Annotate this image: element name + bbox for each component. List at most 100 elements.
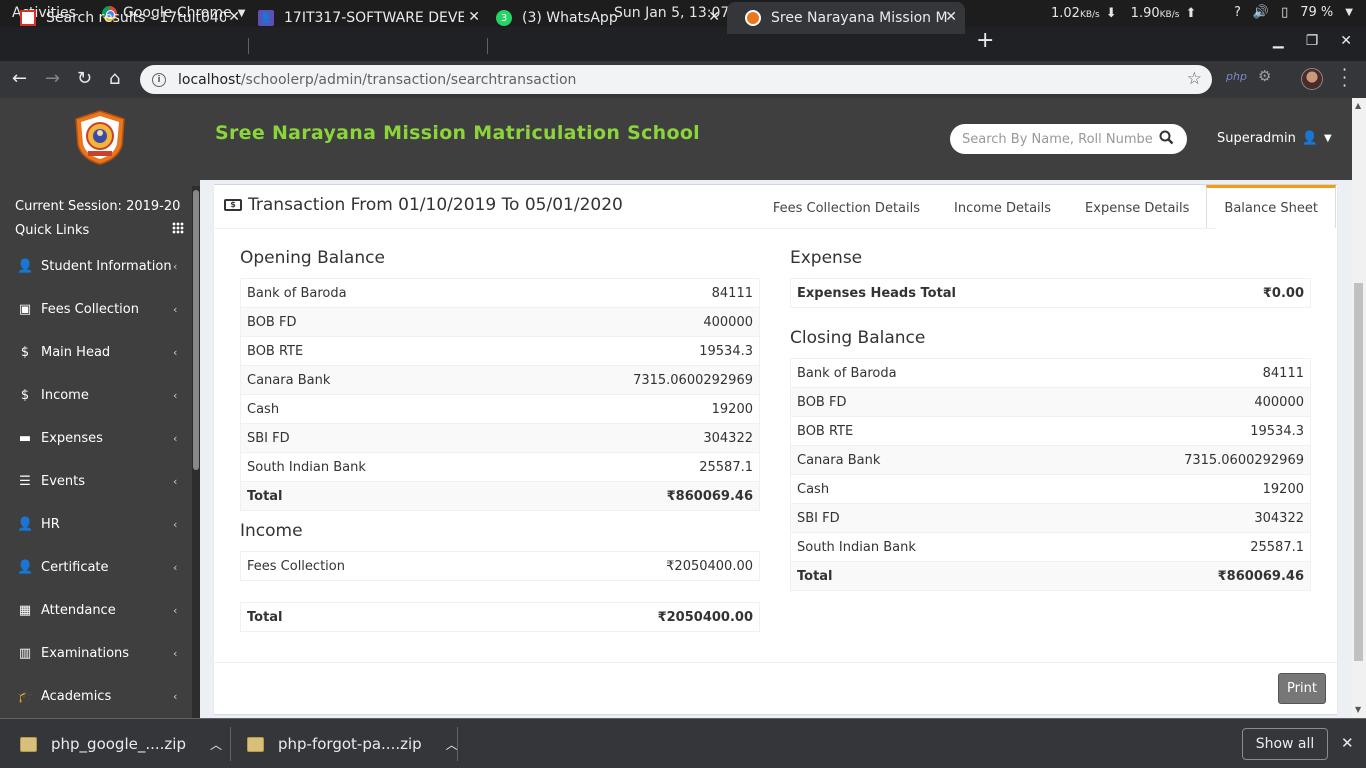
downloads-bar: php_google_....zip ︿ php-forgot-pa....zi… <box>0 718 1366 768</box>
sidebar-scrollbar[interactable] <box>192 186 200 718</box>
scrollbar-thumb[interactable] <box>193 190 199 470</box>
new-tab-button[interactable]: + <box>976 30 994 52</box>
scroll-up-icon[interactable]: ▲ <box>1355 101 1361 110</box>
chevron-left-icon: ‹ <box>173 389 178 402</box>
restore-icon[interactable]: ❐ <box>1306 33 1319 49</box>
tab-expense-details[interactable]: Expense Details <box>1068 185 1206 228</box>
user-menu[interactable]: Superadmin 👤 ▼ <box>1217 131 1332 146</box>
school-logo[interactable] <box>72 109 128 165</box>
total-label: Total <box>790 561 1050 591</box>
caret-down-icon: ▼ <box>1324 133 1332 144</box>
table-row: BOB FD 400000 <box>240 307 760 337</box>
print-button[interactable]: Print <box>1278 673 1326 704</box>
sidebar-item-hr[interactable]: 👤 HR ‹ <box>0 503 192 546</box>
account-amount: 25587.1 <box>1049 532 1311 562</box>
close-icon[interactable]: ✕ <box>708 9 720 25</box>
sidebar-item-label: Attendance <box>41 603 116 618</box>
close-icon[interactable]: ✕ <box>228 9 240 25</box>
table-row: BOB RTE 19534.3 <box>790 416 1311 446</box>
sidebar-item-attendance[interactable]: ▦ Attendance ‹ <box>0 589 192 632</box>
help-icon[interactable]: ? <box>1234 5 1241 20</box>
sidebar-item-fees-collection[interactable]: ▣ Fees Collection ‹ <box>0 288 192 331</box>
account-amount: 400000 <box>498 307 760 337</box>
chevron-left-icon: ‹ <box>173 432 178 445</box>
credit-card-icon: ▬ <box>18 431 32 446</box>
chevron-left-icon: ‹ <box>173 604 178 617</box>
close-icon[interactable]: ✕ <box>945 9 957 25</box>
download-item[interactable]: php_google_....zip ︿ <box>20 719 222 768</box>
address-bar[interactable]: i localhost/schoolerp/admin/transaction/… <box>140 65 1212 94</box>
quick-links[interactable]: Quick Links <box>15 223 89 238</box>
table-row: Canara Bank 7315.0600292969 <box>790 445 1311 475</box>
system-tray[interactable]: ? 🔊 ▯ 79 % ▼ <box>1234 5 1353 20</box>
user-name: Superadmin <box>1217 131 1296 146</box>
divider <box>457 727 458 761</box>
sidebar-item-certificate[interactable]: 👤 Certificate ‹ <box>0 546 192 589</box>
close-icon[interactable]: ✕ <box>1340 33 1352 49</box>
sidebar-item-events[interactable]: ☰ Events ‹ <box>0 460 192 503</box>
school-icon <box>745 10 761 26</box>
download-item[interactable]: php-forgot-pa....zip ︿ <box>247 719 458 768</box>
tab-fees-collection-details[interactable]: Fees Collection Details <box>756 185 937 228</box>
php-extension-icon[interactable]: php <box>1226 70 1247 83</box>
scroll-down-icon[interactable]: ▼ <box>1355 705 1361 714</box>
tab-title: Sree Narayana Mission Ma <box>771 10 947 26</box>
sidebar-item-main-head[interactable]: $ Main Head ‹ <box>0 331 192 374</box>
chevron-left-icon: ‹ <box>173 561 178 574</box>
sidebar-item-income[interactable]: $ Income ‹ <box>0 374 192 417</box>
forward-icon[interactable]: → <box>45 68 60 90</box>
page-scrollbar[interactable]: ▲ ▼ <box>1352 98 1366 718</box>
sidebar-item-expenses[interactable]: ▬ Expenses ‹ <box>0 417 192 460</box>
home-icon[interactable]: ⌂ <box>109 68 120 90</box>
chevron-up-icon[interactable]: ︿ <box>446 736 458 753</box>
tab-separator <box>487 38 488 54</box>
divider <box>214 662 1337 663</box>
browser-tab-gmail[interactable]: Search results - 17tuit040 ✕ <box>2 2 248 34</box>
sidebar-item-examinations[interactable]: ▥ Examinations ‹ <box>0 632 192 675</box>
tab-balance-sheet[interactable]: Balance Sheet <box>1206 185 1336 228</box>
chevron-down-icon[interactable]: ▼ <box>1345 7 1353 18</box>
total-value: ₹860069.46 <box>498 481 760 511</box>
info-icon[interactable]: i <box>152 72 166 87</box>
net-up-unit: KB/s <box>1159 10 1180 20</box>
sidebar-item-academics[interactable]: 🎓 Academics ‹ <box>0 675 192 718</box>
account-name: South Indian Bank <box>240 452 499 482</box>
table-row: Total ₹860069.46 <box>240 481 760 511</box>
show-all-button[interactable]: Show all <box>1242 728 1328 760</box>
box-title: $ Transaction From 01/10/2019 To 05/01/2… <box>224 195 623 215</box>
student-search[interactable] <box>950 124 1187 154</box>
account-amount: 7315.0600292969 <box>498 365 760 395</box>
closing-balance-title: Closing Balance <box>790 328 926 348</box>
browser-tab-whatsapp[interactable]: 3 (3) WhatsApp ✕ <box>478 2 728 34</box>
minimize-icon[interactable]: ▁ <box>1273 33 1284 49</box>
search-input[interactable] <box>962 131 1152 147</box>
browser-tab-school[interactable]: Sree Narayana Mission Ma ✕ <box>727 2 965 34</box>
search-icon[interactable] <box>1159 130 1174 145</box>
tab-income-details[interactable]: Income Details <box>937 185 1068 228</box>
divider <box>214 228 1217 229</box>
table-row: Canara Bank 7315.0600292969 <box>240 365 760 395</box>
browser-menu-icon[interactable]: · · · <box>1342 62 1348 94</box>
dollar-icon: $ <box>20 345 30 360</box>
close-icon[interactable]: ✕ <box>1341 734 1354 752</box>
back-icon[interactable]: ← <box>12 68 27 90</box>
account-amount: 25587.1 <box>498 452 760 482</box>
money-icon: $ <box>224 199 242 211</box>
sidebar-item-label: Examinations <box>41 646 130 661</box>
browser-tab-classroom[interactable]: 👤 17IT317-SOFTWARE DEVE ✕ <box>240 2 488 34</box>
chevron-left-icon: ‹ <box>173 346 178 359</box>
sidebar-item-student-information[interactable]: 👤 Student Information ‹ <box>0 245 192 288</box>
bookmark-star-icon[interactable]: ☆ <box>1187 69 1202 89</box>
chevron-up-icon[interactable]: ︿ <box>210 736 222 753</box>
battery-icon[interactable]: ▯ <box>1281 5 1288 20</box>
volume-icon[interactable]: 🔊 <box>1253 5 1269 20</box>
scrollbar-thumb[interactable] <box>1354 283 1363 661</box>
table-row: BOB RTE 19534.3 <box>240 336 760 366</box>
app-header: Sree Narayana Mission Matriculation Scho… <box>0 98 1352 180</box>
sidebar-item-label: Expenses <box>41 431 103 446</box>
grid-icon[interactable] <box>172 222 184 234</box>
profile-avatar[interactable] <box>1301 68 1323 90</box>
extension-icon[interactable]: ⚙ <box>1258 67 1271 85</box>
reload-icon[interactable]: ↻ <box>77 68 92 90</box>
battery-level: 79 % <box>1300 5 1334 20</box>
